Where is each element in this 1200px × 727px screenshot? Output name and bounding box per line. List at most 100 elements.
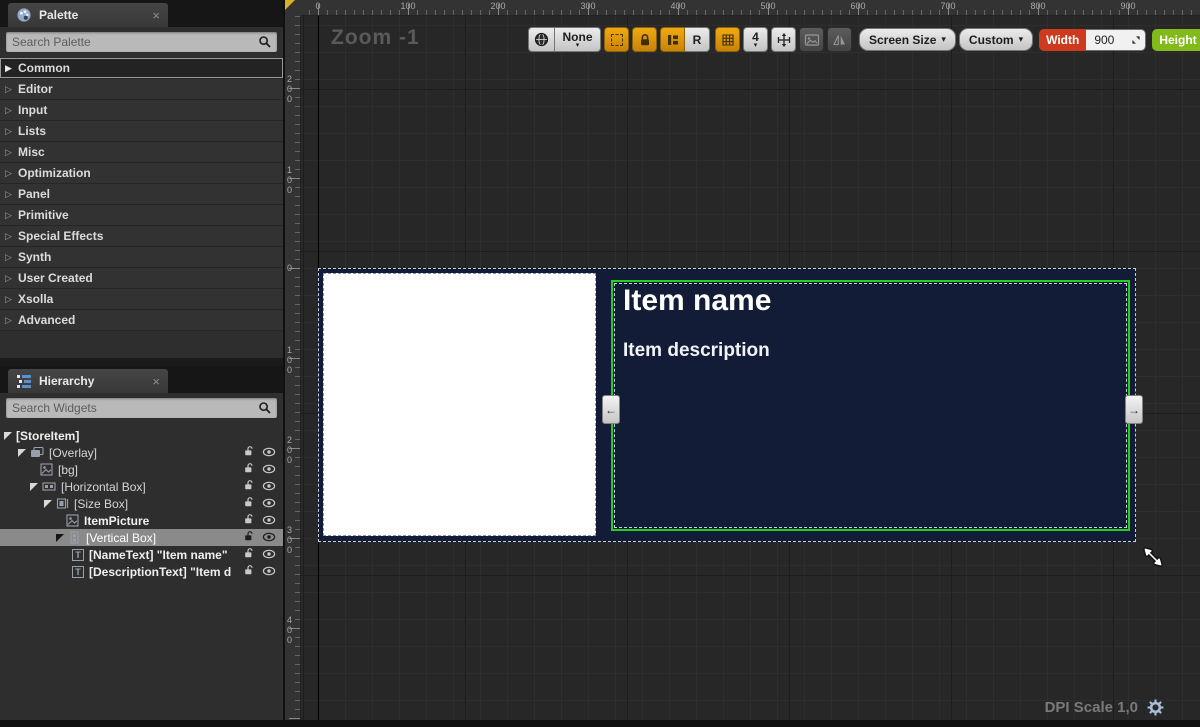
expand-arrow-icon[interactable]: ▷ xyxy=(5,231,18,242)
lock-icon xyxy=(638,33,652,47)
expand-arrow-icon[interactable]: ▷ xyxy=(5,126,18,137)
expand-arrow-icon[interactable]: ▷ xyxy=(5,273,18,284)
palette-category-input[interactable]: ▷ Input xyxy=(0,100,283,121)
expand-arrow-icon[interactable] xyxy=(30,483,38,491)
eye-icon[interactable] xyxy=(262,480,276,494)
palette-category-advanced[interactable]: ▷ Advanced xyxy=(0,310,283,331)
outline-toggle-button[interactable] xyxy=(604,27,629,52)
tree-row-descriptiontext[interactable]: T [DescriptionText] "Item description" xyxy=(0,563,283,580)
palette-tab-title: Palette xyxy=(39,8,78,22)
text-widget-icon: T xyxy=(72,549,84,561)
eye-icon[interactable] xyxy=(262,446,276,460)
palette-category-optimization[interactable]: ▷ Optimization xyxy=(0,163,283,184)
expand-arrow-icon[interactable]: ▷ xyxy=(5,189,18,200)
palette-category-user-created[interactable]: ▷ User Created xyxy=(0,268,283,289)
palette-category-special-effects[interactable]: ▷ Special Effects xyxy=(0,226,283,247)
expand-arrow-icon[interactable]: ▷ xyxy=(5,84,18,95)
vertical-box-selection[interactable]: Item name Item description xyxy=(611,280,1130,531)
lock-icon[interactable] xyxy=(243,513,255,528)
tree-row-itempicture[interactable]: ItemPicture xyxy=(0,512,283,529)
hierarchy-panel: Hierarchy × [StoreItem] xyxy=(0,366,283,727)
width-input[interactable]: 900 xyxy=(1086,29,1146,51)
expand-arrow-icon[interactable] xyxy=(56,534,64,542)
palette-category-lists[interactable]: ▷ Lists xyxy=(0,121,283,142)
tree-row-horizontal-box[interactable]: [Horizontal Box] xyxy=(0,478,283,495)
vertical-box-icon xyxy=(68,531,81,544)
localization-preview-button[interactable] xyxy=(528,27,555,52)
palette-category-xsolla[interactable]: ▷ Xsolla xyxy=(0,289,283,310)
flip-preview-button[interactable] xyxy=(827,27,852,52)
palette-category-panel[interactable]: ▷ Panel xyxy=(0,184,283,205)
eye-icon[interactable] xyxy=(262,514,276,528)
culture-select-button[interactable]: None ▾ xyxy=(555,27,601,52)
designer-canvas[interactable]: Zoom -1 None ▾ xyxy=(301,16,1200,727)
palette-category-primitive[interactable]: ▷ Primitive xyxy=(0,205,283,226)
expand-arrow-icon[interactable]: ▷ xyxy=(5,294,18,305)
hierarchy-search-input[interactable] xyxy=(6,399,258,417)
hierarchy-tabbar: Hierarchy × xyxy=(0,366,283,393)
grid-icon xyxy=(721,33,735,47)
screen-size-dropdown[interactable]: Screen Size ▾ xyxy=(859,28,956,51)
item-description-text[interactable]: Item description xyxy=(623,340,770,362)
tree-row-vertical-box[interactable]: [Vertical Box] xyxy=(0,529,283,546)
resize-mode-button[interactable] xyxy=(771,27,796,52)
expand-arrow-icon[interactable]: ▷ xyxy=(5,105,18,116)
palette-search-input[interactable] xyxy=(6,33,258,51)
ruler-corner xyxy=(285,0,301,16)
tree-row-overlay[interactable]: [Overlay] xyxy=(0,444,283,461)
eye-icon[interactable] xyxy=(262,565,276,579)
lock-widgets-button[interactable] xyxy=(632,27,657,52)
tab-palette[interactable]: Palette × xyxy=(8,3,168,27)
expand-arrow-icon[interactable]: ▶ xyxy=(5,63,18,74)
lock-icon[interactable] xyxy=(243,462,255,477)
fill-rule-dropdown[interactable]: Custom ▾ xyxy=(959,28,1033,51)
eye-icon[interactable] xyxy=(262,548,276,562)
image-icon xyxy=(40,463,53,476)
expand-arrow-icon[interactable] xyxy=(18,449,26,457)
expand-arrow-icon[interactable] xyxy=(4,432,12,440)
lock-icon[interactable] xyxy=(243,530,255,545)
storeitem-widget-root[interactable]: Item name Item description ← → xyxy=(318,268,1136,542)
tree-row-nametext[interactable]: T [NameText] "Item name" xyxy=(0,546,283,563)
palette-category-common[interactable]: ▶ Common xyxy=(0,58,283,79)
palette-category-misc[interactable]: ▷ Misc xyxy=(0,142,283,163)
respect-locks-button[interactable]: R xyxy=(685,27,710,52)
eye-icon[interactable] xyxy=(262,531,276,545)
expand-arrow-icon[interactable]: ▷ xyxy=(5,252,18,263)
width-label: Width xyxy=(1039,29,1086,51)
lock-icon[interactable] xyxy=(243,564,255,579)
palette-category-editor[interactable]: ▷ Editor xyxy=(0,79,283,100)
arrow-left-icon: ← xyxy=(605,403,617,417)
nav-left-button[interactable]: ← xyxy=(602,395,620,424)
zoom-level-label: Zoom -1 xyxy=(331,26,420,50)
lock-icon[interactable] xyxy=(243,479,255,494)
expand-arrow-icon[interactable] xyxy=(44,500,52,508)
expand-arrow-icon[interactable]: ▷ xyxy=(5,210,18,221)
grid-size-button[interactable]: 4 ▾ xyxy=(743,27,768,52)
item-name-text[interactable]: Item name xyxy=(623,284,771,318)
layout-mode-button[interactable] xyxy=(660,27,685,52)
expand-arrow-icon[interactable]: ▷ xyxy=(5,315,18,326)
lock-icon[interactable] xyxy=(243,445,255,460)
nav-right-button[interactable]: → xyxy=(1125,395,1143,424)
resize-cursor-icon xyxy=(1141,545,1165,569)
eye-icon[interactable] xyxy=(262,497,276,511)
tree-row-storeitem[interactable]: [StoreItem] xyxy=(0,427,283,444)
palette-category-synth[interactable]: ▷ Synth xyxy=(0,247,283,268)
expand-arrow-icon[interactable]: ▷ xyxy=(5,147,18,158)
tree-row-bg[interactable]: [bg] xyxy=(0,461,283,478)
lock-icon[interactable] xyxy=(243,496,255,511)
preview-background-button[interactable] xyxy=(799,27,824,52)
close-icon[interactable]: × xyxy=(152,375,160,388)
eye-icon[interactable] xyxy=(262,463,276,477)
gear-icon[interactable] xyxy=(1147,699,1164,716)
tree-row-size-box[interactable]: [Size Box] xyxy=(0,495,283,512)
palette-panel: Palette × ▶ Common ▷ xyxy=(0,0,283,358)
item-picture-box[interactable] xyxy=(323,273,596,536)
tab-hierarchy[interactable]: Hierarchy × xyxy=(8,369,168,393)
lock-icon[interactable] xyxy=(243,547,255,562)
localization-group: None ▾ xyxy=(528,27,601,52)
expand-arrow-icon[interactable]: ▷ xyxy=(5,168,18,179)
grid-snap-toggle-button[interactable] xyxy=(715,27,740,52)
close-icon[interactable]: × xyxy=(152,9,160,22)
